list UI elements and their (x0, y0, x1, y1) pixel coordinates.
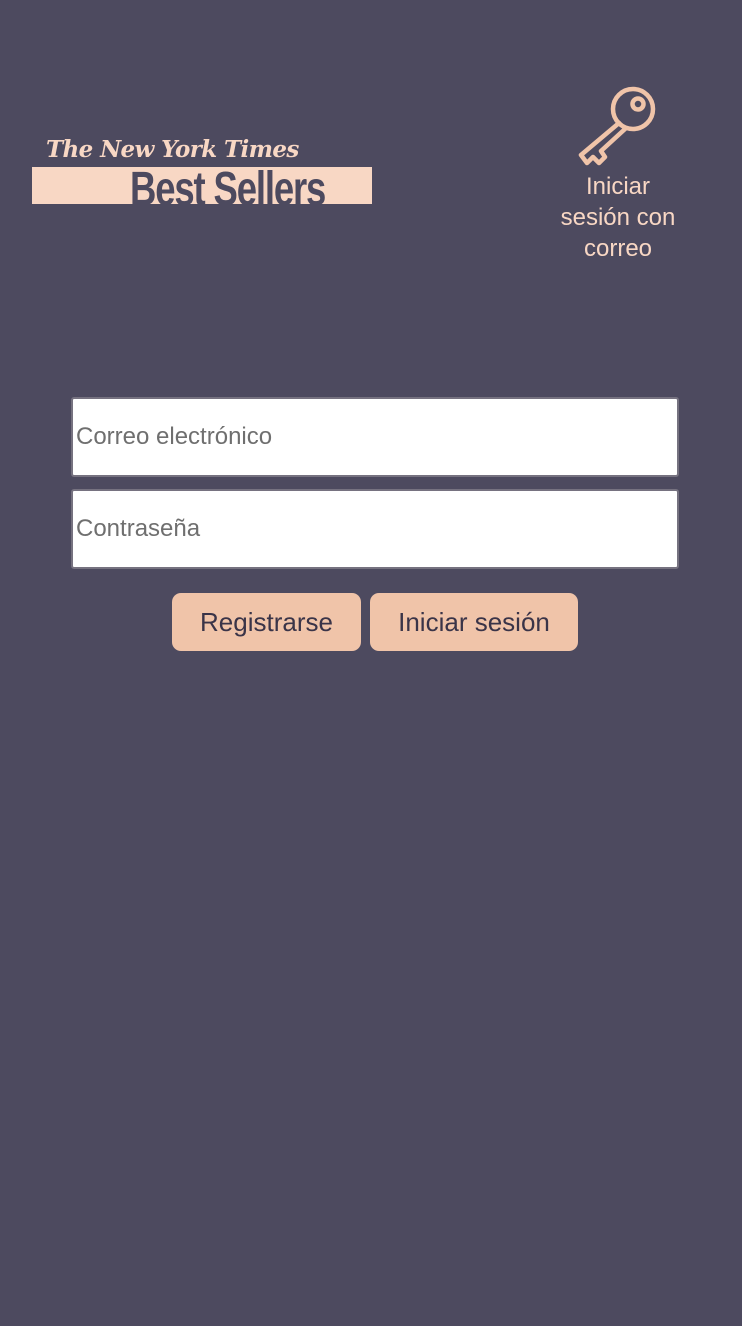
key-icon (578, 86, 656, 166)
logo-wordmark: Best Sellers (130, 167, 326, 204)
nyt-best-sellers-logo: The New York Times Best Sellers (32, 136, 372, 206)
email-login-label: Iniciar sesión con correo (560, 173, 676, 262)
login-form (71, 397, 679, 569)
form-actions: Registrarse Iniciar sesión (0, 593, 742, 651)
email-field[interactable] (71, 397, 679, 477)
password-field[interactable] (71, 489, 679, 569)
login-button[interactable]: Iniciar sesión (370, 593, 578, 651)
logo-masthead: The New York Times (46, 136, 299, 163)
email-login-button[interactable]: Iniciar sesión con correo (548, 84, 688, 264)
register-button[interactable]: Registrarse (172, 593, 361, 651)
logo-band: Best Sellers (32, 167, 372, 204)
